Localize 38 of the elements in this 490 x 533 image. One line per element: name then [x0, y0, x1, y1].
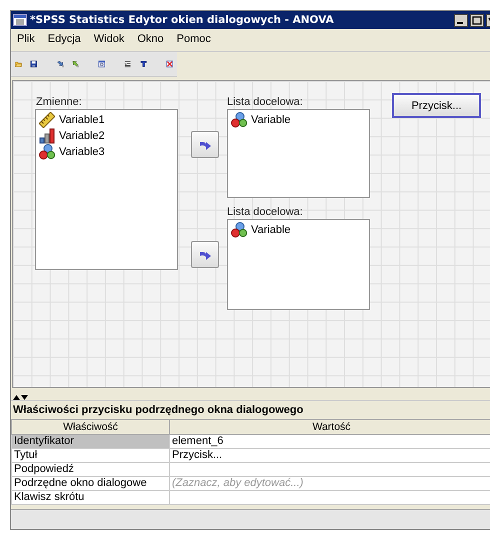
- property-name[interactable]: Tytuł: [12, 448, 170, 462]
- menu-item[interactable]: Okno: [137, 33, 164, 47]
- window-icon: [13, 14, 27, 26]
- circles-icon: [231, 222, 247, 238]
- list-label: Lista docelowa:: [227, 206, 303, 218]
- ruler-icon: [39, 112, 55, 128]
- property-value[interactable]: element_6: [170, 434, 490, 448]
- bar-chart-icon: [39, 128, 55, 144]
- variable-list[interactable]: Variable1 Variable2 Variable3: [35, 109, 178, 270]
- menu-item[interactable]: Widok: [94, 33, 124, 47]
- window-title: *SPSS Statistics Edytor okien dialogowych - ANOVA: [30, 14, 335, 26]
- property-name[interactable]: Podrzędne okno dialogowe: [12, 476, 170, 490]
- variable-item[interactable]: Variable: [251, 114, 291, 126]
- target-list[interactable]: Variable: [227, 109, 370, 198]
- menu-item[interactable]: Plik: [17, 33, 35, 47]
- move-button[interactable]: [191, 131, 219, 158]
- variable-item[interactable]: Variable2: [59, 130, 105, 142]
- list-label: Lista docelowa:: [227, 96, 303, 108]
- column-header[interactable]: Właściwość: [12, 420, 170, 434]
- property-name[interactable]: Klawisz skrótu: [12, 490, 170, 504]
- property-name[interactable]: Podpowiedź: [12, 462, 170, 476]
- menu-item[interactable]: Pomoc: [176, 33, 211, 47]
- circles-icon: [39, 144, 55, 160]
- list-label: Zmienne:: [36, 96, 82, 108]
- maximize-icon[interactable]: [470, 14, 484, 26]
- splitter-arrows-icon[interactable]: [13, 394, 29, 400]
- property-name[interactable]: Identyfikator: [12, 434, 170, 448]
- circles-icon: [231, 112, 247, 128]
- subdialog-button[interactable]: Przycisk...: [392, 93, 481, 118]
- menu-item[interactable]: Edycja: [48, 33, 81, 47]
- target-list[interactable]: Variable: [227, 219, 370, 310]
- move-button[interactable]: [191, 241, 219, 268]
- variable-item[interactable]: Variable1: [59, 114, 105, 126]
- variable-item[interactable]: Variable: [251, 224, 291, 236]
- variable-item[interactable]: Variable3: [59, 146, 105, 158]
- property-value[interactable]: Przycisk...: [170, 448, 490, 462]
- minimize-icon[interactable]: [454, 14, 468, 26]
- column-header[interactable]: Wartość: [170, 420, 490, 434]
